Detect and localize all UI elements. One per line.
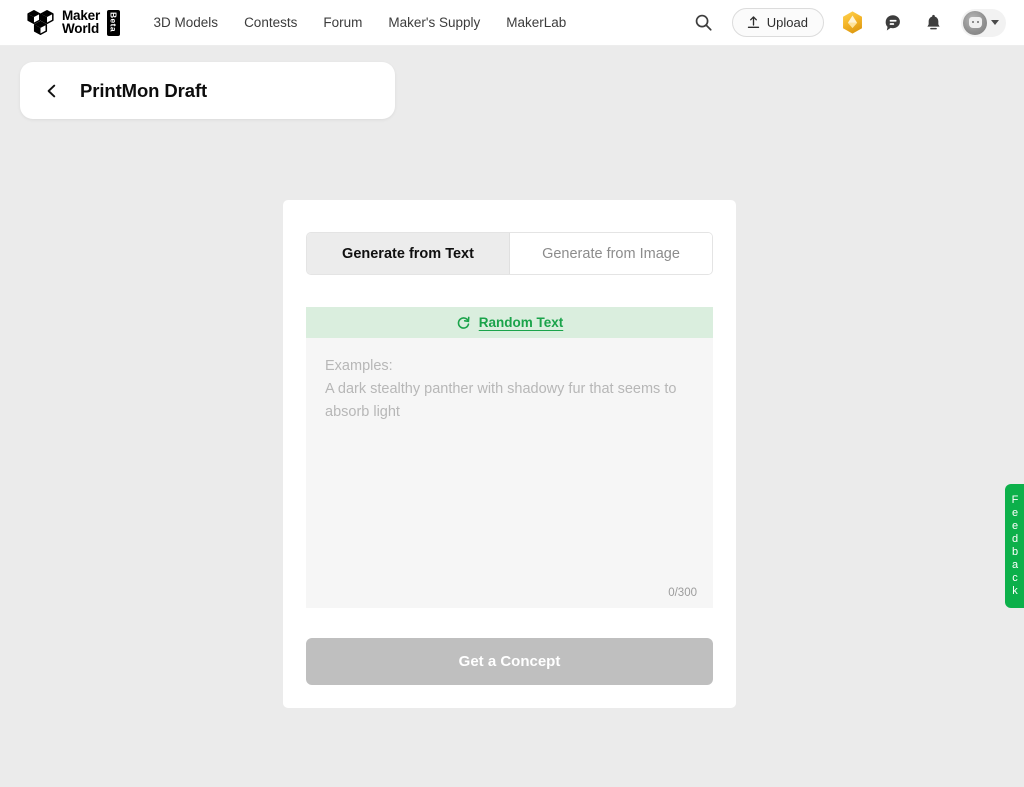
- back-button[interactable]: [44, 83, 60, 99]
- avatar-face-icon: [969, 17, 982, 28]
- brand-name: Maker World: [62, 10, 100, 35]
- generator-tabs: Generate from Text Generate from Image: [306, 232, 713, 275]
- prompt-placeholder: Examples: A dark stealthy panther with s…: [325, 355, 694, 423]
- brand-beta-badge: Beta: [107, 10, 120, 36]
- refresh-icon: [456, 315, 471, 330]
- get-a-concept-button[interactable]: Get a Concept: [306, 638, 713, 685]
- tab-generate-from-text[interactable]: Generate from Text: [307, 233, 510, 274]
- brand-logo[interactable]: Maker World Beta: [26, 9, 120, 37]
- feedback-side-tab-label: Feedback: [1009, 494, 1020, 598]
- chevron-left-icon: [45, 84, 59, 98]
- prompt-input[interactable]: Examples: A dark stealthy panther with s…: [306, 338, 713, 608]
- search-button[interactable]: [692, 11, 716, 35]
- character-counter: 0/300: [668, 587, 697, 599]
- nav-item-3d-models[interactable]: 3D Models: [154, 15, 219, 30]
- header-actions: Upload: [692, 8, 1006, 37]
- chevron-down-icon: [991, 20, 999, 25]
- nav-item-forum[interactable]: Forum: [323, 15, 362, 30]
- upload-button-label: Upload: [767, 15, 808, 30]
- user-menu-button[interactable]: [961, 9, 1006, 37]
- main-nav: 3D Models Contests Forum Maker's Supply …: [154, 15, 567, 30]
- page-title-card: PrintMon Draft: [20, 62, 395, 119]
- nav-item-makerlab[interactable]: MakerLab: [506, 15, 566, 30]
- messages-button[interactable]: [881, 11, 905, 35]
- upload-icon: [746, 15, 761, 30]
- random-text-label: Random Text: [479, 315, 564, 330]
- tab-generate-from-image[interactable]: Generate from Image: [510, 233, 712, 274]
- nav-item-contests[interactable]: Contests: [244, 15, 297, 30]
- upload-button[interactable]: Upload: [732, 8, 824, 37]
- makerworld-cube-logo-icon: [26, 9, 55, 37]
- message-bubble-icon: [883, 13, 903, 33]
- notifications-button[interactable]: [921, 11, 945, 35]
- page-title: PrintMon Draft: [80, 80, 207, 102]
- bell-icon: [924, 13, 943, 32]
- generator-panel: Generate from Text Generate from Image R…: [283, 200, 736, 708]
- random-text-button[interactable]: Random Text: [306, 307, 713, 338]
- search-icon: [694, 13, 713, 32]
- feedback-side-tab[interactable]: Feedback: [1005, 484, 1024, 608]
- nav-item-makers-supply[interactable]: Maker's Supply: [388, 15, 480, 30]
- avatar: [963, 11, 987, 35]
- site-header: Maker World Beta 3D Models Contests Foru…: [0, 0, 1024, 46]
- gold-gem-badge-icon[interactable]: [840, 10, 865, 35]
